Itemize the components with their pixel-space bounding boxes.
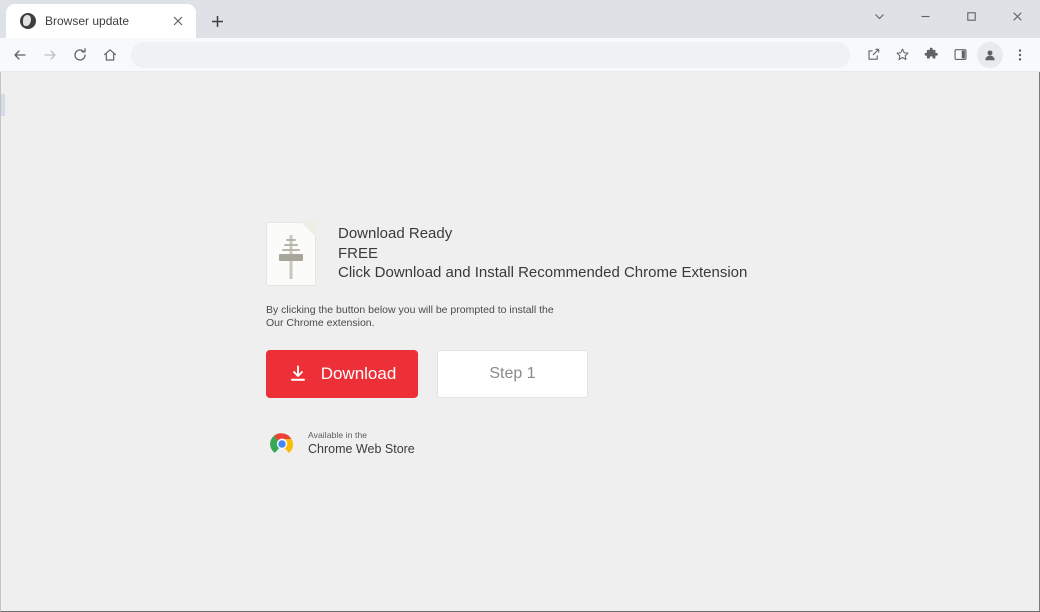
download-arrow-icon	[288, 364, 308, 384]
address-bar[interactable]	[131, 41, 850, 68]
back-icon[interactable]	[6, 41, 34, 69]
menu-kebab-icon[interactable]	[1006, 41, 1034, 69]
bookmark-star-icon[interactable]	[888, 41, 916, 69]
action-buttons: Download Step 1	[266, 350, 966, 398]
hero-text: Download Ready FREE Click Download and I…	[338, 222, 747, 283]
browser-tab[interactable]: Browser update	[6, 4, 196, 38]
new-tab-button[interactable]	[203, 7, 231, 35]
toolbar-actions	[859, 41, 1034, 69]
glyph-bar	[284, 244, 298, 246]
extensions-puzzle-icon[interactable]	[917, 41, 945, 69]
browser-window: Browser update Download Ready FREE Click…	[0, 0, 1040, 612]
browser-toolbar	[0, 38, 1040, 72]
minimize-icon[interactable]	[902, 0, 948, 32]
installer-glyph	[278, 235, 304, 279]
tab-strip: Browser update	[0, 0, 1040, 38]
disclaimer-line-2: Our Chrome extension.	[266, 317, 375, 329]
profile-avatar-icon[interactable]	[977, 41, 1003, 68]
disclaimer-line-1: By clicking the button below you will be…	[266, 304, 554, 316]
chevron-down-icon[interactable]	[856, 0, 902, 32]
share-icon[interactable]	[859, 41, 887, 69]
side-panel-icon[interactable]	[946, 41, 974, 69]
close-window-icon[interactable]	[994, 0, 1040, 32]
maximize-icon[interactable]	[948, 0, 994, 32]
close-icon[interactable]	[169, 12, 187, 30]
hero-section: Download Ready FREE Click Download and I…	[266, 222, 966, 286]
badge-big-text: Chrome Web Store	[308, 442, 415, 457]
download-button-label: Download	[320, 364, 397, 383]
page-edge-artifact	[1, 94, 5, 116]
tab-title: Browser update	[45, 14, 130, 28]
badge-small-text: Available in the	[308, 430, 368, 441]
globe-icon	[20, 13, 36, 29]
chrome-logo-icon	[270, 433, 294, 453]
step-button-label: Step 1	[489, 365, 536, 382]
hero-line-price: FREE	[338, 244, 379, 262]
disclaimer-text: By clicking the button below you will be…	[266, 304, 966, 330]
badge-text: Available in the Chrome Web Store	[308, 430, 415, 457]
hero-line-title: Download Ready	[338, 225, 453, 242]
hero-line-instruction: Click Download and Install Recommended C…	[338, 264, 748, 281]
page-content: Download Ready FREE Click Download and I…	[0, 72, 1040, 612]
window-controls	[856, 0, 1040, 32]
forward-icon[interactable]	[36, 41, 64, 69]
glyph-plate	[279, 254, 303, 261]
document-installer-icon	[266, 222, 316, 286]
chrome-web-store-badge[interactable]: Available in the Chrome Web Store	[266, 428, 966, 460]
glyph-bar	[286, 239, 296, 241]
download-button[interactable]: Download	[266, 350, 418, 398]
home-icon[interactable]	[96, 41, 124, 69]
step-button[interactable]: Step 1	[437, 350, 588, 398]
reload-icon[interactable]	[66, 41, 94, 69]
glyph-bar	[282, 249, 300, 251]
offer-block: Download Ready FREE Click Download and I…	[266, 222, 966, 460]
